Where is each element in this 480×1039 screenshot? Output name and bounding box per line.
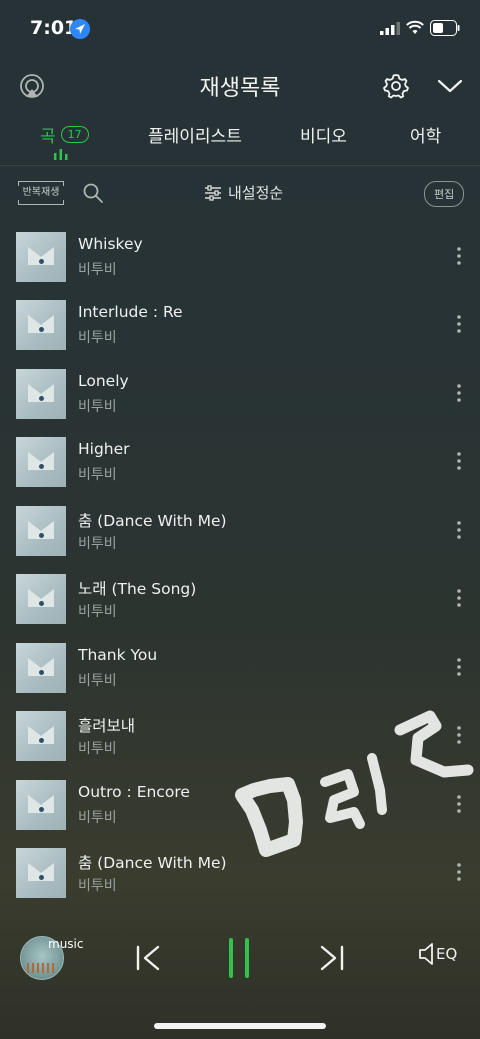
more-options-icon[interactable]	[452, 383, 466, 403]
song-title: 노래 (The Song)	[78, 580, 197, 598]
chevron-down-icon[interactable]	[436, 76, 464, 96]
list-toolbar: 반복재생 내설정순 편집	[0, 176, 480, 212]
sort-sliders-icon	[205, 184, 221, 201]
album-thumbnail	[16, 574, 66, 624]
more-options-icon[interactable]	[452, 520, 466, 540]
gear-icon[interactable]	[382, 72, 410, 100]
tab-bar: 곡 17 플레이리스트 비디오 어학	[0, 120, 480, 166]
tab-videos[interactable]: 비디오	[300, 122, 347, 147]
song-count-badge: 17	[60, 126, 89, 143]
song-row[interactable]: Thank You 비투비	[0, 633, 480, 701]
song-artist: 비투비	[78, 330, 117, 346]
song-row[interactable]: Higher 비투비	[0, 427, 480, 495]
song-title: Higher	[78, 440, 130, 458]
previous-track-icon[interactable]	[134, 944, 162, 972]
more-options-icon[interactable]	[452, 725, 466, 745]
song-title: Whiskey	[78, 235, 143, 253]
eq-label: EQ	[436, 945, 458, 963]
song-title: Interlude : Re	[78, 303, 183, 321]
album-thumbnail	[16, 300, 66, 350]
edit-button[interactable]: 편집	[424, 181, 465, 207]
song-row[interactable]: 흘려보내 비투비	[0, 701, 480, 769]
song-artist: 비투비	[78, 604, 117, 620]
speaker-icon	[419, 943, 433, 965]
more-options-icon[interactable]	[452, 657, 466, 677]
song-row[interactable]: Whiskey 비투비	[0, 222, 480, 290]
album-thumbnail	[16, 506, 66, 556]
song-row[interactable]: Interlude : Re 비투비	[0, 290, 480, 358]
sort-button[interactable]: 내설정순	[204, 182, 283, 203]
cellular-signal-icon	[380, 22, 400, 35]
status-bar: 7:01	[0, 0, 480, 58]
next-track-icon[interactable]	[318, 944, 346, 972]
song-row[interactable]: Outro : Encore 비투비	[0, 770, 480, 838]
album-thumbnail	[16, 848, 66, 898]
tab-playlists[interactable]: 플레이리스트	[148, 122, 242, 147]
song-title: Lonely	[78, 372, 129, 390]
home-indicator[interactable]	[154, 1023, 326, 1029]
song-artist: 비투비	[78, 536, 117, 552]
more-options-icon[interactable]	[452, 862, 466, 882]
search-icon[interactable]	[82, 182, 104, 204]
eq-button[interactable]: EQ	[418, 942, 457, 966]
battery-icon	[430, 20, 460, 36]
more-options-icon[interactable]	[452, 451, 466, 471]
song-artist: 비투비	[78, 810, 117, 826]
now-playing-bars-icon	[54, 149, 68, 160]
song-artist: 비투비	[78, 262, 117, 278]
more-options-icon[interactable]	[452, 588, 466, 608]
mini-player: music EQ	[0, 920, 480, 1000]
song-row[interactable]: Lonely 비투비	[0, 359, 480, 427]
song-row[interactable]: 노래 (The Song) 비투비	[0, 564, 480, 632]
song-title: 춤 (Dance With Me)	[78, 854, 227, 872]
album-thumbnail	[16, 643, 66, 693]
tab-songs-label: 곡	[40, 127, 56, 147]
more-options-icon[interactable]	[452, 246, 466, 266]
song-title: 흘려보내	[78, 717, 136, 735]
album-thumbnail	[16, 437, 66, 487]
song-title: Thank You	[78, 646, 158, 664]
music-badge: music	[48, 937, 84, 951]
pause-icon[interactable]	[227, 938, 251, 978]
album-thumbnail	[16, 369, 66, 419]
tab-language[interactable]: 어학	[410, 122, 441, 147]
song-title: 춤 (Dance With Me)	[78, 512, 227, 530]
tab-songs[interactable]: 곡 17	[40, 122, 89, 147]
album-thumbnail	[16, 232, 66, 282]
song-artist: 비투비	[78, 467, 117, 483]
album-thumbnail	[16, 711, 66, 761]
repeat-button[interactable]: 반복재생	[16, 180, 66, 206]
song-row[interactable]: 춤 (Dance With Me) 비투비	[0, 496, 480, 564]
more-options-icon[interactable]	[452, 314, 466, 334]
song-artist: 비투비	[78, 399, 117, 415]
song-row[interactable]: 춤 (Dance With Me) 비투비	[0, 838, 480, 906]
song-title: Outro : Encore	[78, 783, 190, 801]
song-artist: 비투비	[78, 673, 117, 689]
header: 재생목록	[0, 62, 480, 110]
sort-label: 내설정순	[228, 184, 284, 202]
wifi-icon	[406, 20, 424, 34]
song-artist: 비투비	[78, 741, 117, 757]
song-artist: 비투비	[78, 878, 117, 894]
album-thumbnail	[16, 780, 66, 830]
more-options-icon[interactable]	[452, 794, 466, 814]
location-arrow-icon	[70, 19, 90, 39]
